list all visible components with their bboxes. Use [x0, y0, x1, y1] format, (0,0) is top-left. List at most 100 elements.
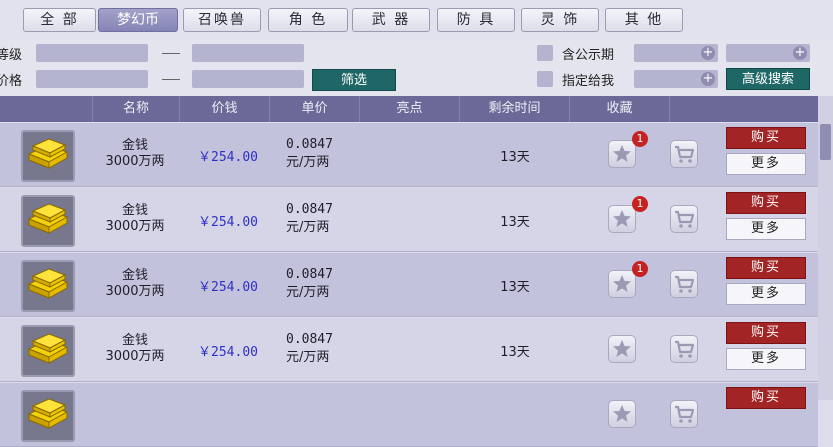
- shopping-cart-icon: [675, 405, 695, 423]
- unit-price-suffix: 元/万两: [286, 350, 330, 365]
- star-icon: [613, 145, 631, 162]
- range-dash: [162, 53, 180, 54]
- buy-button[interactable]: 购买: [726, 192, 806, 214]
- price-label: 价格: [0, 74, 23, 89]
- favorite-button[interactable]: [608, 270, 636, 298]
- favorite-count-badge: 1: [632, 261, 648, 277]
- buy-button[interactable]: 购买: [726, 257, 806, 279]
- unit-price-suffix: 元/万两: [286, 155, 330, 170]
- tab-pets[interactable]: 召唤兽: [183, 8, 261, 32]
- favorite-button[interactable]: [608, 400, 636, 428]
- column-remaining-time[interactable]: 剩余时间: [460, 96, 570, 122]
- remaining-time: 13天: [500, 345, 530, 360]
- assigned-to-me-label: 指定给我: [562, 74, 615, 89]
- item-price: ￥254.00: [198, 345, 258, 360]
- tab-characters[interactable]: 角 色: [268, 8, 348, 32]
- item-price: ￥254.00: [198, 150, 258, 165]
- star-icon: [613, 340, 631, 357]
- level-min-input[interactable]: [36, 44, 148, 62]
- item-unit-price: 0.0847 元/万两: [270, 266, 355, 302]
- scrollbar-thumb[interactable]: [820, 124, 831, 160]
- unit-price-suffix: 元/万两: [286, 220, 330, 235]
- shopping-cart-icon: [675, 340, 695, 358]
- column-price[interactable]: 价钱: [180, 96, 270, 122]
- favorite-button[interactable]: [608, 205, 636, 233]
- item-name: 金钱 3000万两: [95, 268, 175, 300]
- plus-icon[interactable]: +: [701, 72, 715, 86]
- add-to-cart-button[interactable]: [670, 205, 698, 233]
- more-button[interactable]: 更多: [726, 153, 806, 175]
- item-name-line2: 3000万两: [105, 349, 165, 364]
- item-unit-price: 0.0847 元/万两: [270, 201, 355, 237]
- advanced-search-button[interactable]: 高级搜索: [726, 68, 810, 90]
- more-button[interactable]: 更多: [726, 283, 806, 305]
- favorite-count-badge: 1: [632, 196, 648, 212]
- gold-bars-icon: [27, 138, 69, 169]
- column-highlights: 亮点: [360, 96, 460, 122]
- column-icon: [0, 96, 93, 122]
- range-dash: [162, 79, 180, 80]
- more-button[interactable]: 更多: [726, 218, 806, 240]
- item-name-line1: 金钱: [121, 138, 148, 153]
- filter-button[interactable]: 筛选: [312, 69, 396, 91]
- gold-bars-icon: [27, 398, 69, 429]
- assigned-to-me-checkbox[interactable]: [537, 71, 553, 87]
- item-price: ￥254.00: [198, 215, 258, 230]
- column-favorite: 收藏: [570, 96, 670, 122]
- item-unit-price: 0.0847 元/万两: [270, 136, 355, 172]
- public-period-select[interactable]: +: [634, 44, 718, 62]
- table-row: 金钱 3000万两 ￥254.00 0.0847 元/万两 13天 1 购买 更…: [0, 253, 818, 317]
- tab-all[interactable]: 全 部: [23, 8, 96, 32]
- tab-game-currency[interactable]: 梦幻币: [98, 8, 178, 32]
- public-period-checkbox[interactable]: [537, 45, 553, 61]
- add-to-cart-button[interactable]: [670, 140, 698, 168]
- price-max-input[interactable]: [192, 70, 304, 88]
- column-name[interactable]: 名称: [93, 96, 180, 122]
- table-row: 金钱 3000万两 ￥254.00 0.0847 元/万两 13天 1 购买 更…: [0, 188, 818, 252]
- tab-accessories[interactable]: 灵 饰: [521, 8, 599, 32]
- public-period-label: 含公示期: [562, 48, 615, 63]
- more-button[interactable]: 更多: [726, 348, 806, 370]
- favorite-button[interactable]: [608, 140, 636, 168]
- item-name: 金钱 3000万两: [95, 138, 175, 170]
- remaining-time: 13天: [500, 280, 530, 295]
- add-to-cart-button[interactable]: [670, 270, 698, 298]
- item-icon-frame[interactable]: [21, 390, 75, 442]
- item-icon-frame[interactable]: [21, 325, 75, 377]
- buy-button[interactable]: 购买: [726, 387, 806, 409]
- item-name: 金钱 3000万两: [95, 333, 175, 365]
- tab-others[interactable]: 其 他: [605, 8, 683, 32]
- add-to-cart-button[interactable]: [670, 335, 698, 363]
- tab-armor[interactable]: 防 具: [437, 8, 515, 32]
- favorite-button[interactable]: [608, 335, 636, 363]
- scrollbar[interactable]: [818, 96, 833, 400]
- column-actions: [670, 96, 818, 122]
- item-name-line1: 金钱: [121, 203, 148, 218]
- item-icon-frame[interactable]: [21, 260, 75, 312]
- unit-price-value: 0.0847: [286, 137, 333, 152]
- buy-button[interactable]: 购买: [726, 127, 806, 149]
- shopping-cart-icon: [675, 145, 695, 163]
- favorite-count-badge: 1: [632, 131, 648, 147]
- item-icon-frame[interactable]: [21, 195, 75, 247]
- server-select[interactable]: +: [726, 44, 810, 62]
- gold-bars-icon: [27, 333, 69, 364]
- star-icon: [613, 210, 631, 227]
- tab-weapons[interactable]: 武 器: [352, 8, 430, 32]
- plus-icon[interactable]: +: [793, 46, 807, 60]
- category-tabs: 全 部 梦幻币 召唤兽 角 色 武 器 防 具 灵 饰 其 他: [0, 0, 833, 40]
- plus-icon[interactable]: +: [701, 46, 715, 60]
- item-name-line2: 3000万两: [105, 219, 165, 234]
- item-name-line1: 金钱: [121, 268, 148, 283]
- add-to-cart-button[interactable]: [670, 400, 698, 428]
- star-icon: [613, 405, 631, 422]
- price-min-input[interactable]: [36, 70, 148, 88]
- unit-price-value: 0.0847: [286, 202, 333, 217]
- item-name: 金钱 3000万两: [95, 203, 175, 235]
- buy-button[interactable]: 购买: [726, 322, 806, 344]
- gold-bars-icon: [27, 268, 69, 299]
- level-max-input[interactable]: [192, 44, 304, 62]
- column-unit-price[interactable]: 单价: [270, 96, 360, 122]
- item-icon-frame[interactable]: [21, 130, 75, 182]
- assigned-select[interactable]: +: [634, 70, 718, 88]
